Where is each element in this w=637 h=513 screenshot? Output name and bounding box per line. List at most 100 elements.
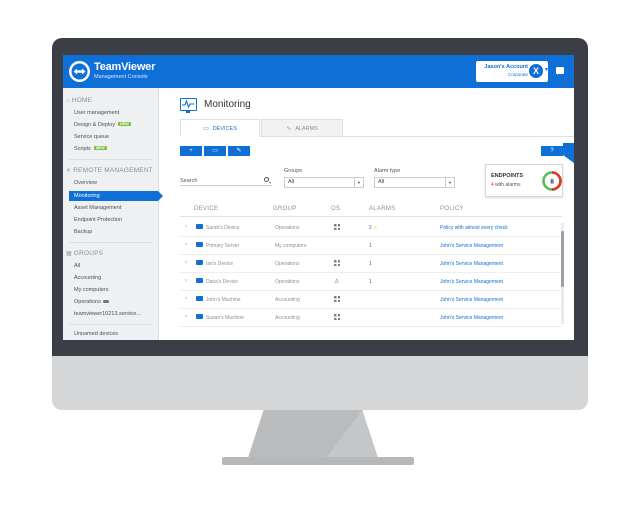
column-header-device[interactable]: DEVICE	[194, 206, 218, 212]
feedback-tab[interactable]	[563, 143, 574, 163]
table-row[interactable]: › Dana's Device Operations ♙ 1 John's Service…	[180, 273, 562, 291]
device-os	[334, 260, 340, 268]
groups-icon: ▦	[66, 251, 72, 257]
alarm-type-select[interactable]: All ▼	[374, 177, 455, 188]
device-policy[interactable]: John's Service Management	[440, 279, 503, 285]
monitor-illustration: TeamViewer Management Console Jason's Ac…	[0, 0, 637, 513]
table-row[interactable]: › Primary Server My computers 1 John's Servi…	[180, 237, 562, 255]
windows-icon	[334, 314, 340, 320]
sidebar-item-label: Service queue	[74, 134, 110, 140]
add-button[interactable]: +	[180, 146, 202, 156]
groups-select-value: All	[288, 179, 295, 185]
sidebar-item-label: Overview	[74, 180, 97, 186]
device-alarms[interactable]: 1	[369, 243, 372, 249]
table-row[interactable]: › Susan's Machine Accounting John's Service…	[180, 309, 562, 327]
tab-label: ALARMS	[295, 126, 318, 132]
chevron-right-icon[interactable]: ›	[185, 314, 187, 320]
windows-icon	[334, 260, 340, 266]
device-name[interactable]: Primary Server	[206, 243, 239, 249]
tab-devices[interactable]: ▭ DEVICES	[180, 119, 260, 137]
device-icon	[196, 278, 203, 283]
search-placeholder: Search	[180, 178, 198, 184]
sidebar-item-group-all[interactable]: All	[74, 263, 80, 269]
sidebar-heading-groups[interactable]: ▦ GROUPS	[66, 250, 103, 257]
sidebar-item-group-teamviewer-service[interactable]: teamviewer10213.service...	[74, 311, 141, 317]
alarm-type-label: Alarm type	[374, 168, 401, 174]
device-group: Operations	[275, 279, 300, 285]
table-scrollbar[interactable]	[561, 223, 564, 324]
account-type: Corporate	[507, 72, 528, 77]
groups-select[interactable]: All ▼	[284, 177, 364, 188]
device-icon	[196, 296, 203, 301]
teamviewer-logo-icon[interactable]	[69, 61, 90, 82]
endpoints-summary-card[interactable]: ENDPOINTS 4 with alarms 8	[485, 164, 563, 197]
sidebar-item-label: Monitoring	[74, 193, 100, 199]
chevron-right-icon[interactable]: ›	[185, 224, 187, 230]
device-name[interactable]: Sarah's Device	[206, 225, 239, 231]
sidebar-item-group-unnamed-devices[interactable]: Unnamed devices	[74, 331, 118, 337]
sidebar-item-scripts[interactable]: Scripts NEW	[74, 146, 107, 152]
tab-alarms[interactable]: ∿ ALARMS	[261, 119, 343, 137]
sidebar-item-backup[interactable]: Backup	[74, 229, 92, 235]
chevron-down-icon: ▼	[354, 178, 363, 187]
device-name[interactable]: John's Machine	[206, 297, 241, 303]
chevron-right-icon[interactable]: ›	[185, 242, 187, 248]
help-button[interactable]: ?	[541, 146, 563, 156]
chevron-down-icon: ▼	[445, 178, 454, 187]
alarm-count: 2	[369, 225, 372, 231]
sidebar-heading-remote-management[interactable]: ✕ REMOTE MANAGEMENT	[66, 167, 153, 174]
linux-icon: ♙	[334, 279, 340, 285]
device-name[interactable]: Dana's Device	[206, 279, 238, 285]
groups-label: Groups	[284, 168, 303, 174]
sidebar-item-group-accounting[interactable]: Accounting	[74, 275, 101, 281]
sidebar-heading-label: GROUPS	[73, 250, 104, 257]
table-row[interactable]: › John's Machine Accounting John's Service …	[180, 291, 562, 309]
search-input[interactable]: Search	[180, 176, 272, 186]
device-alarms[interactable]: 2 ⚠	[369, 225, 377, 231]
column-header-alarms[interactable]: ALARMS	[369, 206, 395, 212]
device-policy[interactable]: John's Service Management	[440, 261, 503, 267]
device-alarms[interactable]: 1	[369, 279, 372, 285]
view-button[interactable]: ▭	[204, 146, 226, 156]
sidebar-item-group-my-computers[interactable]: My computers	[74, 287, 109, 293]
device-alarms[interactable]: 1	[369, 261, 372, 267]
sidebar-item-overview[interactable]: Overview	[74, 180, 97, 186]
new-badge: NEW	[117, 122, 131, 126]
device-os: ♙	[334, 278, 339, 285]
sidebar-heading-label: HOME	[71, 97, 93, 104]
windows-icon	[334, 224, 340, 230]
sidebar-item-endpoint-protection[interactable]: Endpoint Protection	[74, 217, 122, 223]
chat-icon[interactable]	[556, 67, 564, 75]
sidebar-item-asset-management[interactable]: Asset Management	[74, 205, 121, 211]
column-header-os[interactable]: OS	[331, 206, 340, 212]
tab-bar: ▭ DEVICES ∿ ALARMS	[180, 119, 574, 137]
cloud-icon	[102, 300, 109, 303]
chevron-right-icon[interactable]: ›	[185, 278, 187, 284]
sidebar-item-monitoring[interactable]: Monitoring	[69, 191, 163, 201]
device-policy[interactable]: Policy with almost every check	[440, 225, 508, 231]
sidebar-item-service-queue[interactable]: Service queue	[74, 134, 109, 140]
table-row[interactable]: › Ian's Device Operations 1 John's Service M…	[180, 255, 562, 273]
sidebar-item-design-deploy[interactable]: Design & Deploy NEW	[74, 122, 131, 128]
device-policy[interactable]: John's Service Management	[440, 315, 503, 321]
column-header-policy[interactable]: POLICY	[440, 206, 464, 212]
alarm-type-select-value: All	[378, 179, 385, 185]
endpoints-title: ENDPOINTS	[491, 173, 524, 179]
brand-name: TeamViewer	[94, 61, 156, 73]
chevron-right-icon[interactable]: ›	[185, 296, 187, 302]
sidebar-heading-home[interactable]: ⌂ HOME	[66, 97, 92, 104]
table-row[interactable]: › Sarah's Device Operations 2 ⚠ Policy with …	[180, 219, 562, 237]
chevron-right-icon[interactable]: ›	[185, 260, 187, 266]
new-badge: NEW	[93, 146, 107, 150]
edit-button[interactable]: ✎	[228, 146, 250, 156]
column-header-group[interactable]: GROUP	[273, 206, 297, 212]
account-menu[interactable]: Jason's Account Corporate X ▼	[476, 61, 549, 82]
sidebar-item-group-operations[interactable]: Operations	[74, 299, 109, 305]
device-name[interactable]: Ian's Device	[206, 261, 233, 267]
sidebar-item-user-management[interactable]: User management	[74, 110, 119, 116]
device-policy[interactable]: John's Service Management	[440, 243, 503, 249]
device-group: Accounting	[275, 315, 300, 321]
device-name[interactable]: Susan's Machine	[206, 315, 244, 321]
device-policy[interactable]: John's Service Management	[440, 297, 503, 303]
device-os	[334, 314, 340, 322]
